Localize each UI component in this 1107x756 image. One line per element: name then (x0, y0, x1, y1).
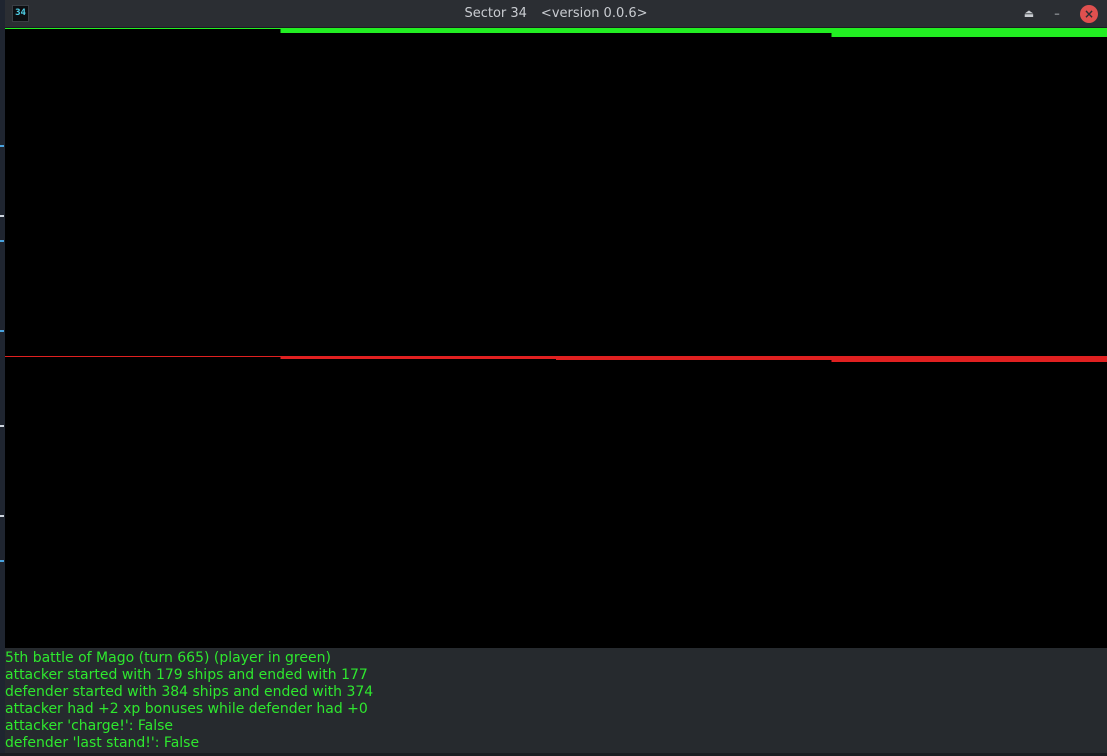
minimize-button[interactable]: – (1048, 5, 1066, 23)
attacker-strength-segment (831, 28, 1107, 37)
window-title-version: <version 0.0.6> (540, 6, 648, 21)
close-button[interactable]: × (1080, 5, 1098, 23)
desktop-marker (0, 145, 4, 147)
log-line: defender started with 384 ships and ende… (5, 684, 374, 700)
window-titlebar[interactable]: 34 Sector 34 <version 0.0.6> ⏏ – × (5, 0, 1107, 28)
defender-strength-segment (5, 356, 281, 357)
log-line: attacker started with 179 ships and ende… (5, 667, 368, 683)
desktop-marker (0, 330, 4, 332)
desktop-marker (0, 425, 4, 427)
desktop-marker (0, 515, 4, 517)
window-title: Sector 34 <version 0.0.6> (5, 0, 1107, 28)
maximize-button[interactable]: ⏏ (1020, 5, 1038, 23)
battle-chart-svg (5, 28, 1107, 362)
log-line: attacker 'charge!': False (5, 718, 174, 734)
desktop-marker (0, 240, 4, 242)
defender-strength-segment (556, 356, 832, 360)
battle-log: 5th battle of Mago (turn 665) (player in… (5, 648, 1107, 756)
defender-strength-segment (280, 356, 557, 359)
defender-strength-segment (831, 356, 1107, 362)
desktop-marker (0, 560, 4, 562)
attacker-strength-segment (5, 28, 281, 29)
log-line: 5th battle of Mago (turn 665) (player in… (5, 650, 331, 666)
log-line: attacker had +2 xp bonuses while defende… (5, 701, 368, 717)
log-line: defender 'last stand!': False (5, 735, 200, 751)
battle-chart (5, 28, 1107, 648)
attacker-strength-segment (556, 28, 832, 33)
window-title-name: Sector 34 (464, 6, 527, 21)
desktop-marker (0, 215, 4, 217)
attacker-strength-segment (280, 28, 557, 33)
